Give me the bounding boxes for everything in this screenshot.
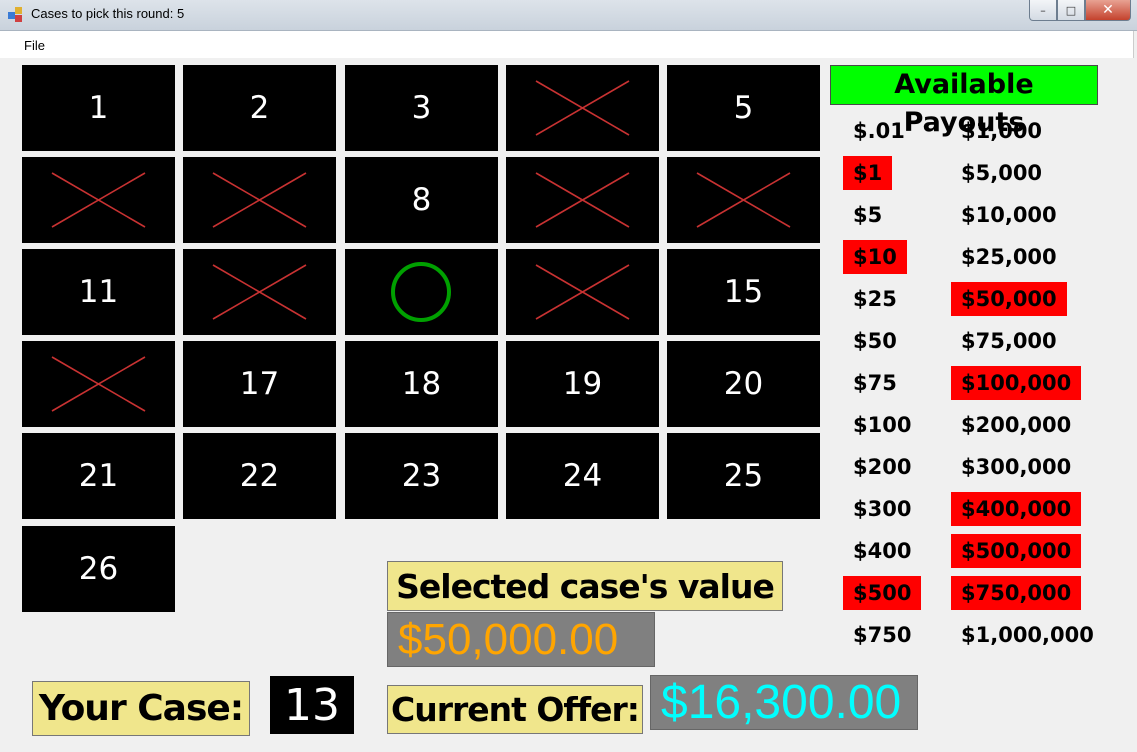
case-14-opened[interactable] (506, 249, 659, 335)
case-21[interactable]: 21 (22, 433, 175, 519)
menu-bar: File (0, 31, 1134, 58)
payout-available: $100 (853, 413, 912, 437)
payout-available: $300 (853, 497, 912, 521)
case-24[interactable]: 24 (506, 433, 659, 519)
case-number: 15 (723, 274, 764, 310)
case-19[interactable]: 19 (506, 341, 659, 427)
case-4-opened[interactable] (506, 65, 659, 151)
eliminated-x-icon (212, 264, 307, 320)
case-12-opened[interactable] (183, 249, 336, 335)
payout-available: $300,000 (961, 455, 1072, 479)
payout-available: $750 (853, 623, 912, 647)
eliminated-x-icon (696, 172, 791, 228)
case-number: 2 (249, 90, 270, 126)
eliminated-x-icon (535, 172, 630, 228)
payout-available: $.01 (853, 119, 905, 143)
case-5[interactable]: 5 (667, 65, 820, 151)
your-case-number: 13 (270, 676, 354, 734)
case-22[interactable]: 22 (183, 433, 336, 519)
case-number: 11 (78, 274, 119, 310)
payout-eliminated: $500,000 (951, 534, 1082, 568)
case-number: 3 (411, 90, 432, 126)
case-number: 5 (733, 90, 754, 126)
eliminated-x-icon (51, 356, 146, 412)
current-offer-label: Current Offer: (387, 685, 643, 734)
case-number: 22 (239, 458, 280, 494)
case-number: 18 (401, 366, 442, 402)
eliminated-x-icon (51, 172, 146, 228)
payout-available: $10,000 (961, 203, 1057, 227)
close-button[interactable]: ✕ (1085, 0, 1131, 21)
payout-available: $5 (853, 203, 883, 227)
case-2[interactable]: 2 (183, 65, 336, 151)
case-8[interactable]: 8 (345, 157, 498, 243)
case-13-selected[interactable] (345, 249, 498, 335)
case-6-opened[interactable] (22, 157, 175, 243)
payout-available: $400 (853, 539, 912, 563)
case-number: 23 (401, 458, 442, 494)
case-number: 26 (78, 551, 119, 587)
case-number: 20 (723, 366, 764, 402)
case-number: 17 (239, 366, 280, 402)
available-payouts-title: Available Payouts (830, 65, 1098, 138)
payout-available: $25,000 (961, 245, 1057, 269)
selected-case-label: Selected case's value (387, 561, 783, 611)
case-20[interactable]: 20 (667, 341, 820, 427)
selected-ring-icon (391, 262, 451, 322)
case-number: 1 (88, 90, 109, 126)
payout-eliminated: $100,000 (951, 366, 1082, 400)
eliminated-x-icon (535, 80, 630, 136)
payout-available: $1,000,000 (961, 623, 1094, 647)
case-9-opened[interactable] (506, 157, 659, 243)
payout-available: $25 (853, 287, 897, 311)
case-number: 8 (411, 182, 432, 218)
payout-eliminated: $750,000 (951, 576, 1082, 610)
payout-eliminated: $50,000 (951, 282, 1067, 316)
title-bar: Cases to pick this round: 5 – □ ✕ (0, 0, 1137, 31)
minimize-button[interactable]: – (1029, 0, 1057, 21)
menu-file[interactable]: File (24, 38, 45, 53)
case-number: 24 (562, 458, 603, 494)
window-title: Cases to pick this round: 5 (31, 6, 185, 21)
payout-eliminated: $500 (843, 576, 922, 610)
app-icon (8, 7, 24, 23)
payout-available: $5,000 (961, 161, 1043, 185)
payout-available: $1,000 (961, 119, 1043, 143)
selected-case-value: $50,000.00 (387, 612, 655, 667)
your-case-label: Your Case: (32, 681, 250, 736)
case-26[interactable]: 26 (22, 526, 175, 612)
case-3[interactable]: 3 (345, 65, 498, 151)
case-18[interactable]: 18 (345, 341, 498, 427)
case-number: 25 (723, 458, 764, 494)
payout-eliminated: $1 (843, 156, 893, 190)
payout-available: $50 (853, 329, 897, 353)
case-17[interactable]: 17 (183, 341, 336, 427)
payout-available: $200 (853, 455, 912, 479)
payout-eliminated: $400,000 (951, 492, 1082, 526)
case-number: 21 (78, 458, 119, 494)
payout-available: $75,000 (961, 329, 1057, 353)
eliminated-x-icon (212, 172, 307, 228)
case-1[interactable]: 1 (22, 65, 175, 151)
payout-available: $75 (853, 371, 897, 395)
payout-available: $200,000 (961, 413, 1072, 437)
current-offer-value: $16,300.00 (650, 675, 918, 730)
eliminated-x-icon (535, 264, 630, 320)
case-23[interactable]: 23 (345, 433, 498, 519)
case-15[interactable]: 15 (667, 249, 820, 335)
case-16-opened[interactable] (22, 341, 175, 427)
case-10-opened[interactable] (667, 157, 820, 243)
maximize-button[interactable]: □ (1057, 0, 1085, 21)
case-25[interactable]: 25 (667, 433, 820, 519)
payout-eliminated: $10 (843, 240, 907, 274)
case-11[interactable]: 11 (22, 249, 175, 335)
case-7-opened[interactable] (183, 157, 336, 243)
case-number: 19 (562, 366, 603, 402)
